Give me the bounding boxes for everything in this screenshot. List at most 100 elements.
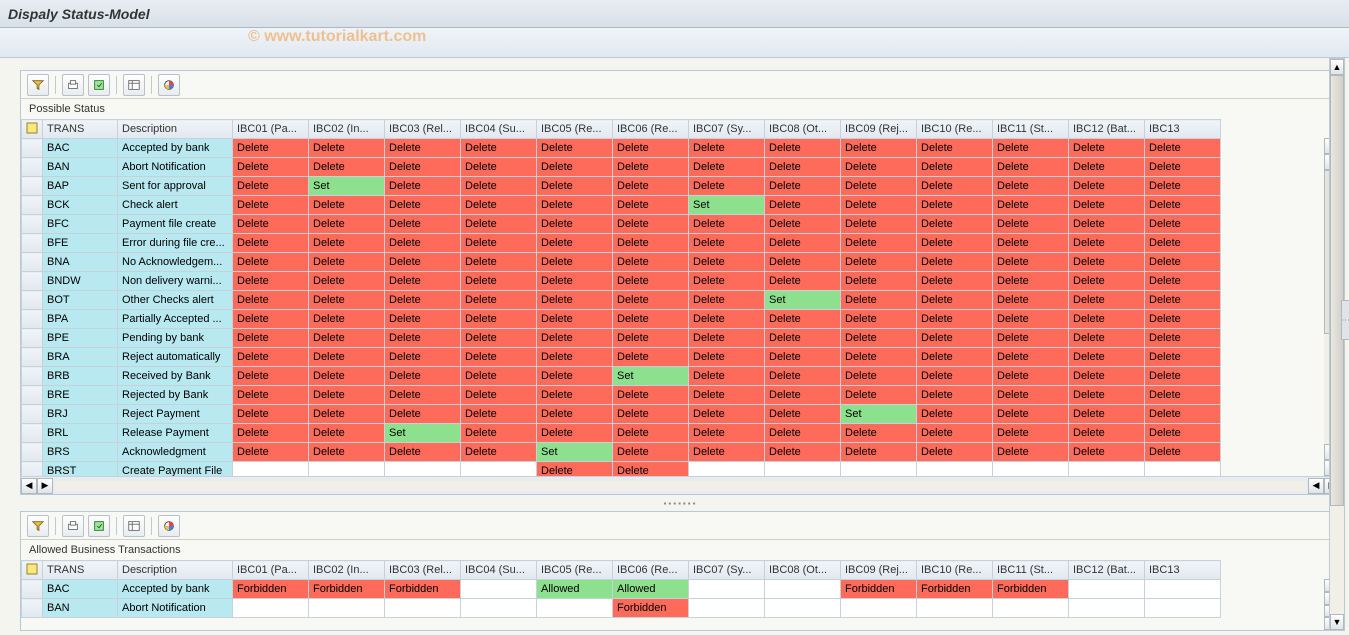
cell-status[interactable]: Delete [461, 405, 537, 424]
row-selector[interactable] [22, 405, 43, 424]
cell-trans[interactable]: BFE [43, 234, 118, 253]
cell-trans[interactable]: BRJ [43, 405, 118, 424]
cell-status[interactable]: Delete [765, 424, 841, 443]
cell-status[interactable]: Delete [1069, 291, 1145, 310]
cell-description[interactable]: Release Payment [118, 424, 233, 443]
cell-status[interactable]: Delete [917, 405, 993, 424]
cell-status[interactable] [689, 599, 765, 618]
cell-status[interactable]: Delete [689, 329, 765, 348]
cell-status[interactable]: Delete [841, 443, 917, 462]
cell-status[interactable]: Delete [461, 196, 537, 215]
cell-status[interactable]: Delete [993, 367, 1069, 386]
cell-status[interactable]: Delete [917, 310, 993, 329]
cell-status[interactable]: Delete [765, 443, 841, 462]
row-selector[interactable] [22, 348, 43, 367]
col-header-ibc12[interactable]: IBC12 (Bat... [1069, 561, 1145, 580]
cell-status[interactable]: Delete [613, 386, 689, 405]
cell-description[interactable]: Abort Notification [118, 158, 233, 177]
cell-status[interactable]: Delete [841, 329, 917, 348]
cell-description[interactable]: Create Payment File [118, 462, 233, 477]
cell-status[interactable]: Delete [309, 253, 385, 272]
cell-status[interactable] [917, 599, 993, 618]
col-header-ibc11[interactable]: IBC11 (St... [993, 561, 1069, 580]
cell-status[interactable]: Delete [993, 253, 1069, 272]
print-button[interactable] [62, 515, 84, 537]
cell-status[interactable] [689, 580, 765, 599]
cell-status[interactable]: Delete [689, 158, 765, 177]
grid-scroll-top[interactable]: TRANSDescriptionIBC01 (Pa...IBC02 (In...… [21, 119, 1340, 476]
cell-status[interactable]: Delete [1069, 253, 1145, 272]
cell-status[interactable]: Delete [1069, 234, 1145, 253]
cell-status[interactable]: Delete [689, 234, 765, 253]
cell-trans[interactable]: BCK [43, 196, 118, 215]
cell-status[interactable]: Delete [309, 405, 385, 424]
col-header-ibc08[interactable]: IBC08 (Ot... [765, 561, 841, 580]
cell-status[interactable]: Delete [309, 386, 385, 405]
cell-trans[interactable]: BRE [43, 386, 118, 405]
cell-status[interactable] [1145, 580, 1221, 599]
cell-status[interactable]: Delete [841, 158, 917, 177]
cell-status[interactable]: Delete [461, 443, 537, 462]
scroll-left-icon[interactable]: ◀ [21, 478, 37, 494]
cell-status[interactable]: Delete [689, 215, 765, 234]
cell-status[interactable]: Delete [917, 386, 993, 405]
table-row[interactable]: BOTOther Checks alertDeleteDeleteDeleteD… [22, 291, 1221, 310]
cell-trans[interactable]: BRB [43, 367, 118, 386]
cell-status[interactable]: Delete [841, 424, 917, 443]
cell-status[interactable]: Delete [841, 139, 917, 158]
col-header-ibc04[interactable]: IBC04 (Su... [461, 120, 537, 139]
col-header-ibc03[interactable]: IBC03 (Rel... [385, 120, 461, 139]
cell-status[interactable]: Delete [1069, 386, 1145, 405]
cell-status[interactable]: Delete [1069, 310, 1145, 329]
cell-status[interactable]: Delete [309, 272, 385, 291]
cell-status[interactable]: Delete [309, 196, 385, 215]
scroll-up-icon[interactable]: ▲ [1330, 59, 1344, 75]
cell-status[interactable]: Delete [765, 367, 841, 386]
cell-status[interactable]: Delete [461, 272, 537, 291]
cell-status[interactable] [461, 462, 537, 477]
col-header-ibc13[interactable]: IBC13 [1145, 561, 1221, 580]
row-selector[interactable] [22, 196, 43, 215]
cell-status[interactable]: Delete [841, 310, 917, 329]
cell-status[interactable]: Forbidden [309, 580, 385, 599]
cell-status[interactable]: Delete [993, 348, 1069, 367]
col-header-ibc02[interactable]: IBC02 (In... [309, 120, 385, 139]
cell-status[interactable]: Delete [309, 424, 385, 443]
cell-status[interactable]: Forbidden [841, 580, 917, 599]
cell-status[interactable]: Delete [309, 215, 385, 234]
cell-status[interactable]: Delete [765, 215, 841, 234]
cell-description[interactable]: Check alert [118, 196, 233, 215]
cell-status[interactable]: Delete [233, 215, 309, 234]
cell-status[interactable]: Delete [537, 329, 613, 348]
cell-status[interactable]: Delete [233, 329, 309, 348]
grid-scroll-bottom[interactable]: TRANSDescriptionIBC01 (Pa...IBC02 (In...… [21, 560, 1340, 630]
row-selector[interactable] [22, 291, 43, 310]
cell-trans[interactable]: BAN [43, 158, 118, 177]
cell-status[interactable] [689, 462, 765, 477]
cell-description[interactable]: Payment file create [118, 215, 233, 234]
table-row[interactable]: BNDWNon delivery warni...DeleteDeleteDel… [22, 272, 1221, 291]
cell-status[interactable] [1069, 580, 1145, 599]
cell-status[interactable]: Delete [461, 177, 537, 196]
table-row[interactable]: BACAccepted by bankDeleteDeleteDeleteDel… [22, 139, 1221, 158]
cell-status[interactable]: Delete [1145, 386, 1221, 405]
cell-status[interactable]: Delete [689, 424, 765, 443]
cell-status[interactable]: Delete [841, 253, 917, 272]
cell-description[interactable]: Rejected by Bank [118, 386, 233, 405]
scroll-down-icon[interactable]: ▼ [1330, 614, 1344, 630]
cell-status[interactable]: Delete [689, 139, 765, 158]
row-selector[interactable] [22, 158, 43, 177]
cell-status[interactable]: Delete [537, 272, 613, 291]
cell-status[interactable]: Delete [537, 139, 613, 158]
col-header-ibc04[interactable]: IBC04 (Su... [461, 561, 537, 580]
cell-trans[interactable]: BAC [43, 580, 118, 599]
row-selector[interactable] [22, 424, 43, 443]
cell-status[interactable]: Delete [233, 386, 309, 405]
cell-status[interactable]: Delete [917, 177, 993, 196]
cell-status[interactable]: Delete [461, 234, 537, 253]
cell-status[interactable]: Delete [689, 443, 765, 462]
scroll-left-icon[interactable]: ◀ [1308, 478, 1324, 494]
col-header-ibc10[interactable]: IBC10 (Re... [917, 561, 993, 580]
cell-status[interactable]: Delete [993, 291, 1069, 310]
col-header-ibc07[interactable]: IBC07 (Sy... [689, 120, 765, 139]
